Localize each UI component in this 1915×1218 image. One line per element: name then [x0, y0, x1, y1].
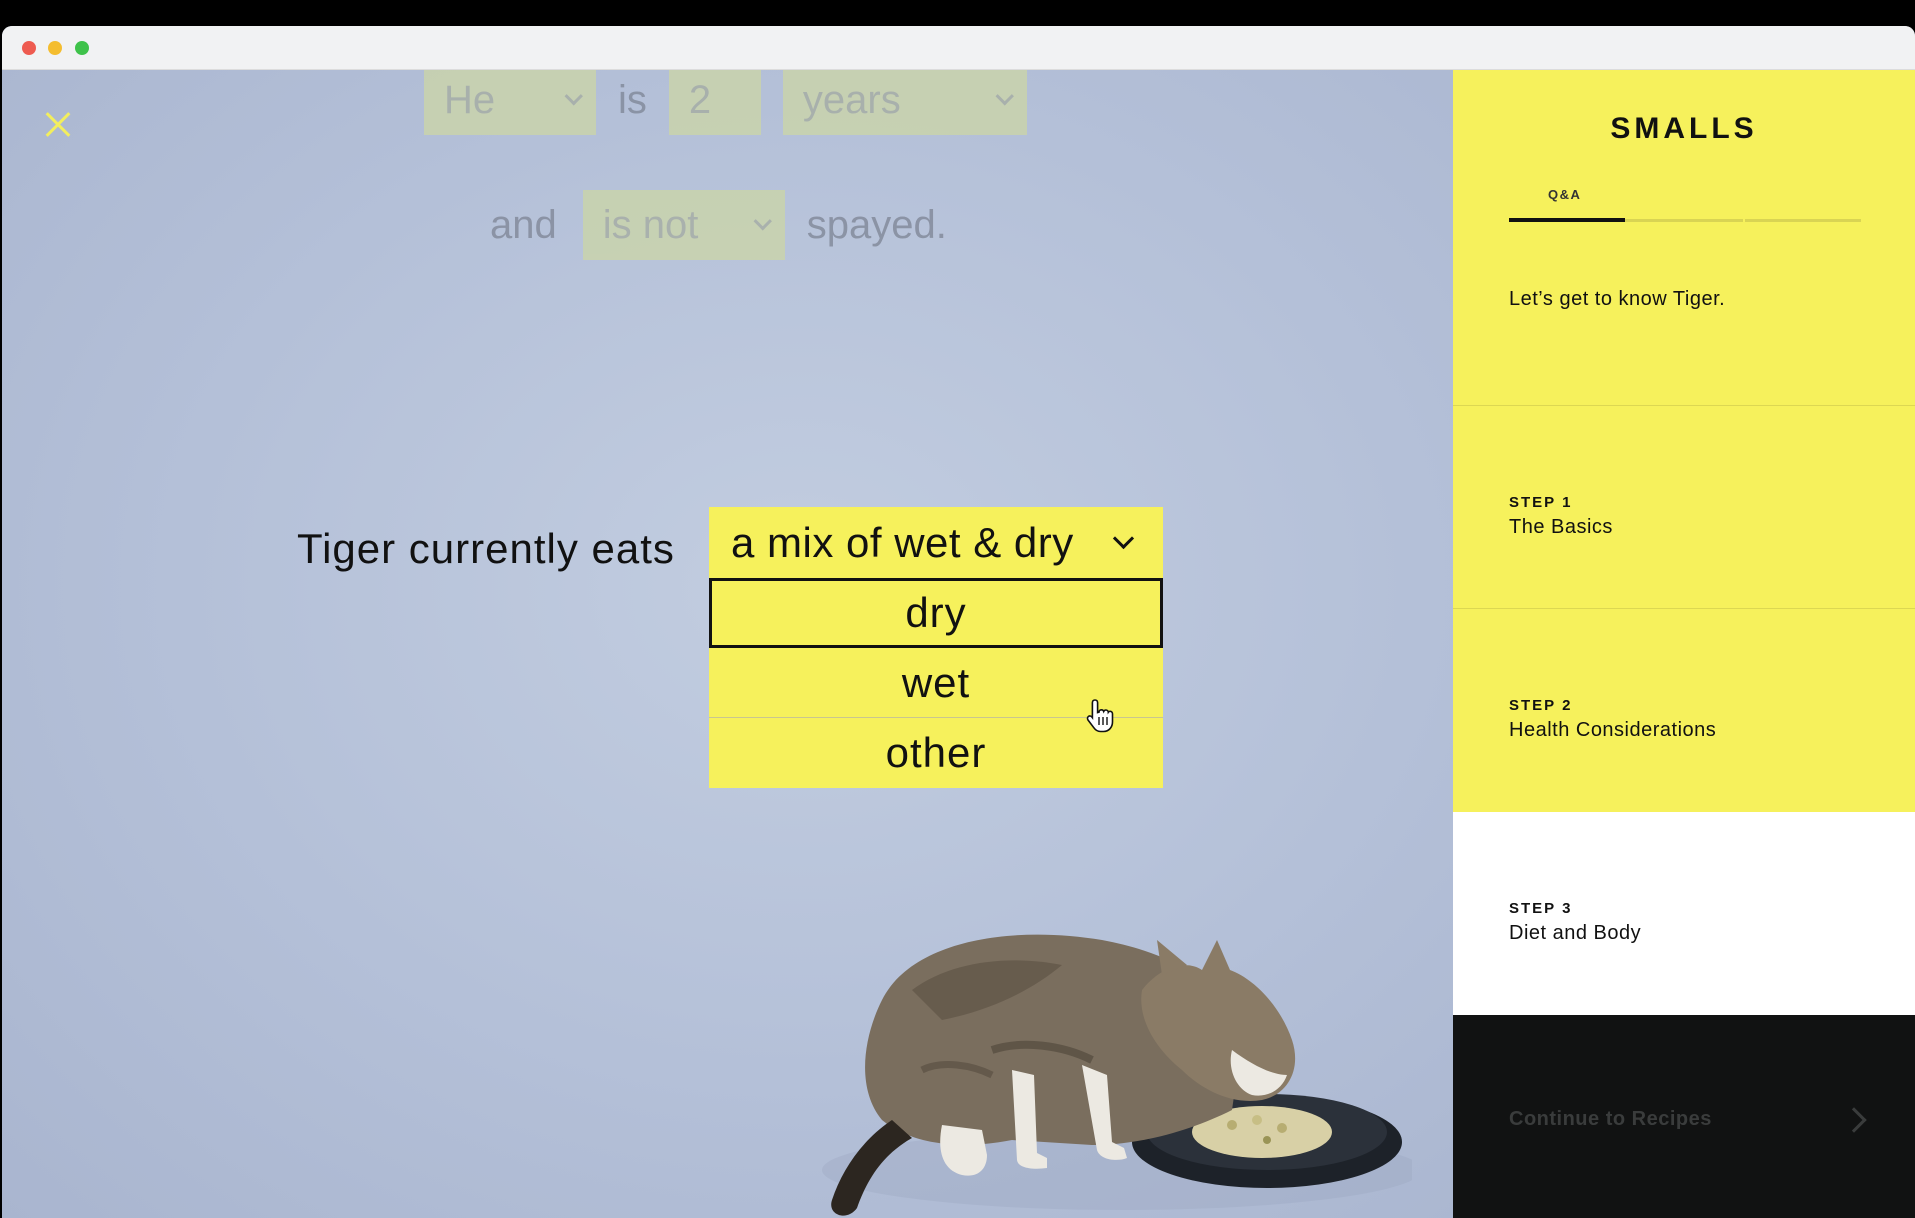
zoom-window-button[interactable]	[75, 41, 89, 55]
minimize-window-button[interactable]	[48, 41, 62, 55]
hand-cursor-icon	[1086, 699, 1114, 733]
age-unit-value: years	[802, 77, 901, 122]
faded-question-row-1: He is 2 years	[424, 70, 1027, 135]
progress-bar-fill	[1509, 218, 1626, 222]
tab-qa[interactable]: Q&A	[1548, 187, 1581, 202]
smalls-logo: SMALLS	[1610, 112, 1758, 145]
spayed-value: is not	[602, 202, 699, 247]
chevron-right-icon	[1841, 1107, 1867, 1133]
spayed-dropdown[interactable]: is not	[582, 190, 785, 260]
step-2-item[interactable]: STEP 2 Health Considerations	[1453, 609, 1915, 812]
chevron-down-icon	[564, 86, 583, 105]
continue-to-recipes-button[interactable]: Continue to Recipes	[1453, 1015, 1915, 1218]
window-titlebar	[2, 26, 1915, 70]
close-icon[interactable]	[40, 108, 74, 142]
intro-text: Let’s get to know Tiger.	[1509, 288, 1726, 310]
diet-selected-value: a mix of wet & dry	[731, 518, 1074, 566]
faded-and-text: and	[490, 202, 557, 247]
chevron-down-icon	[753, 211, 772, 230]
option-dry[interactable]: dry	[709, 578, 1163, 648]
chevron-down-icon	[995, 86, 1014, 105]
faded-is-text: is	[618, 77, 647, 122]
step-label: STEP 1	[1509, 494, 1573, 511]
step-3-item[interactable]: STEP 3 Diet and Body	[1453, 812, 1915, 1015]
step-1-item[interactable]: STEP 1 The Basics	[1453, 406, 1915, 609]
step-title: Health Considerations	[1509, 719, 1717, 741]
quiz-area: He is 2 years and is not spayed. Tiger c…	[2, 70, 1453, 1218]
progress-segment-divider	[1743, 219, 1745, 222]
progress-sidebar: SMALLS Q&A Let’s get to know Tiger. STEP…	[1453, 70, 1915, 1218]
progress-bar	[1509, 218, 1861, 222]
faded-spayed-text: spayed.	[806, 202, 947, 247]
close-window-button[interactable]	[22, 41, 36, 55]
diet-options-list: dry wet other	[709, 578, 1163, 788]
step-label: STEP 2	[1509, 697, 1573, 714]
age-input[interactable]: 2	[668, 70, 761, 135]
chevron-down-icon	[1112, 527, 1135, 550]
age-unit-dropdown[interactable]: years	[782, 70, 1027, 135]
kitten-eating-image	[822, 934, 1412, 1216]
browser-window: He is 2 years and is not spayed. Tiger c…	[2, 26, 1915, 1218]
continue-label: Continue to Recipes	[1509, 1108, 1712, 1130]
age-value: 2	[688, 77, 712, 122]
step-label: STEP 3	[1509, 900, 1573, 917]
step-title: The Basics	[1509, 516, 1613, 538]
faded-question-row-2: and is not spayed.	[490, 190, 947, 260]
pronoun-dropdown[interactable]: He	[424, 70, 596, 135]
step-title: Diet and Body	[1509, 922, 1642, 944]
pronoun-value: He	[444, 77, 496, 122]
diet-dropdown[interactable]: a mix of wet & dry	[709, 507, 1163, 578]
sidebar-header: SMALLS Q&A Let’s get to know Tiger.	[1453, 70, 1915, 406]
question-text: Tiger currently eats	[297, 525, 675, 572]
